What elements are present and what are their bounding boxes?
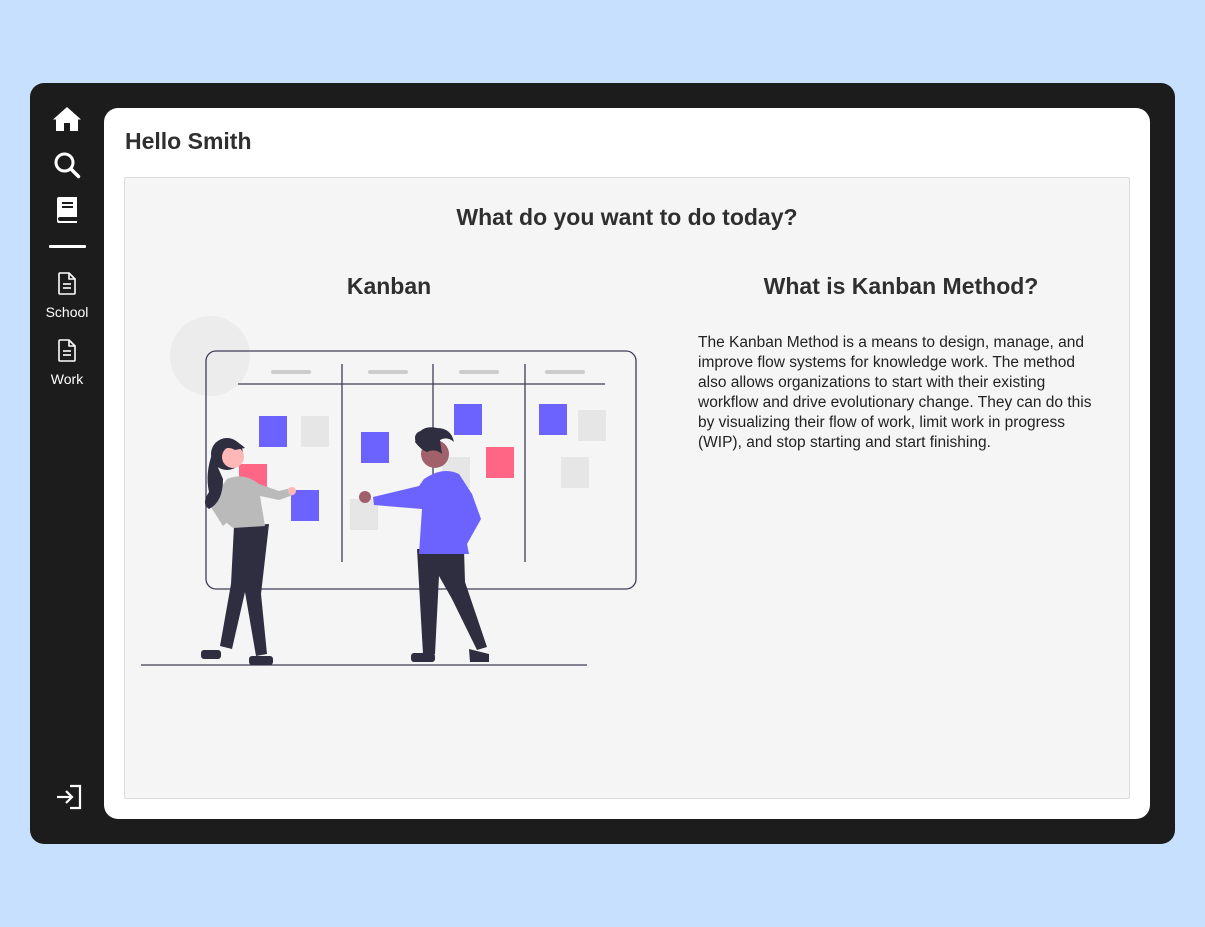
sidebar-item-label: School xyxy=(45,304,89,320)
main-card: Hello Smith What do you want to do today… xyxy=(104,108,1150,819)
document-icon xyxy=(58,272,76,300)
kanban-title[interactable]: Kanban xyxy=(253,273,525,300)
content-panel: What do you want to do today? Kanban Wha… xyxy=(124,177,1130,799)
sidebar-item-work[interactable]: Work xyxy=(30,339,104,387)
logout-icon[interactable] xyxy=(54,782,84,812)
app-frame: School Work Hello Smith What do you want… xyxy=(30,83,1175,844)
panel-heading: What do you want to do today? xyxy=(456,204,798,230)
kanban-illustration[interactable] xyxy=(139,314,639,679)
document-icon xyxy=(58,339,76,367)
sidebar-divider xyxy=(49,245,86,248)
search-icon[interactable] xyxy=(51,149,83,181)
home-icon[interactable] xyxy=(51,103,83,135)
sidebar-item-school[interactable]: School xyxy=(30,272,104,320)
method-title: What is Kanban Method? xyxy=(763,273,1039,299)
sidebar-item-label: Work xyxy=(50,371,84,387)
page-title: Hello Smith xyxy=(125,128,252,154)
method-description: The Kanban Method is a means to design, … xyxy=(698,334,1092,451)
sidebar: School Work xyxy=(30,83,104,844)
book-icon[interactable] xyxy=(51,194,83,226)
